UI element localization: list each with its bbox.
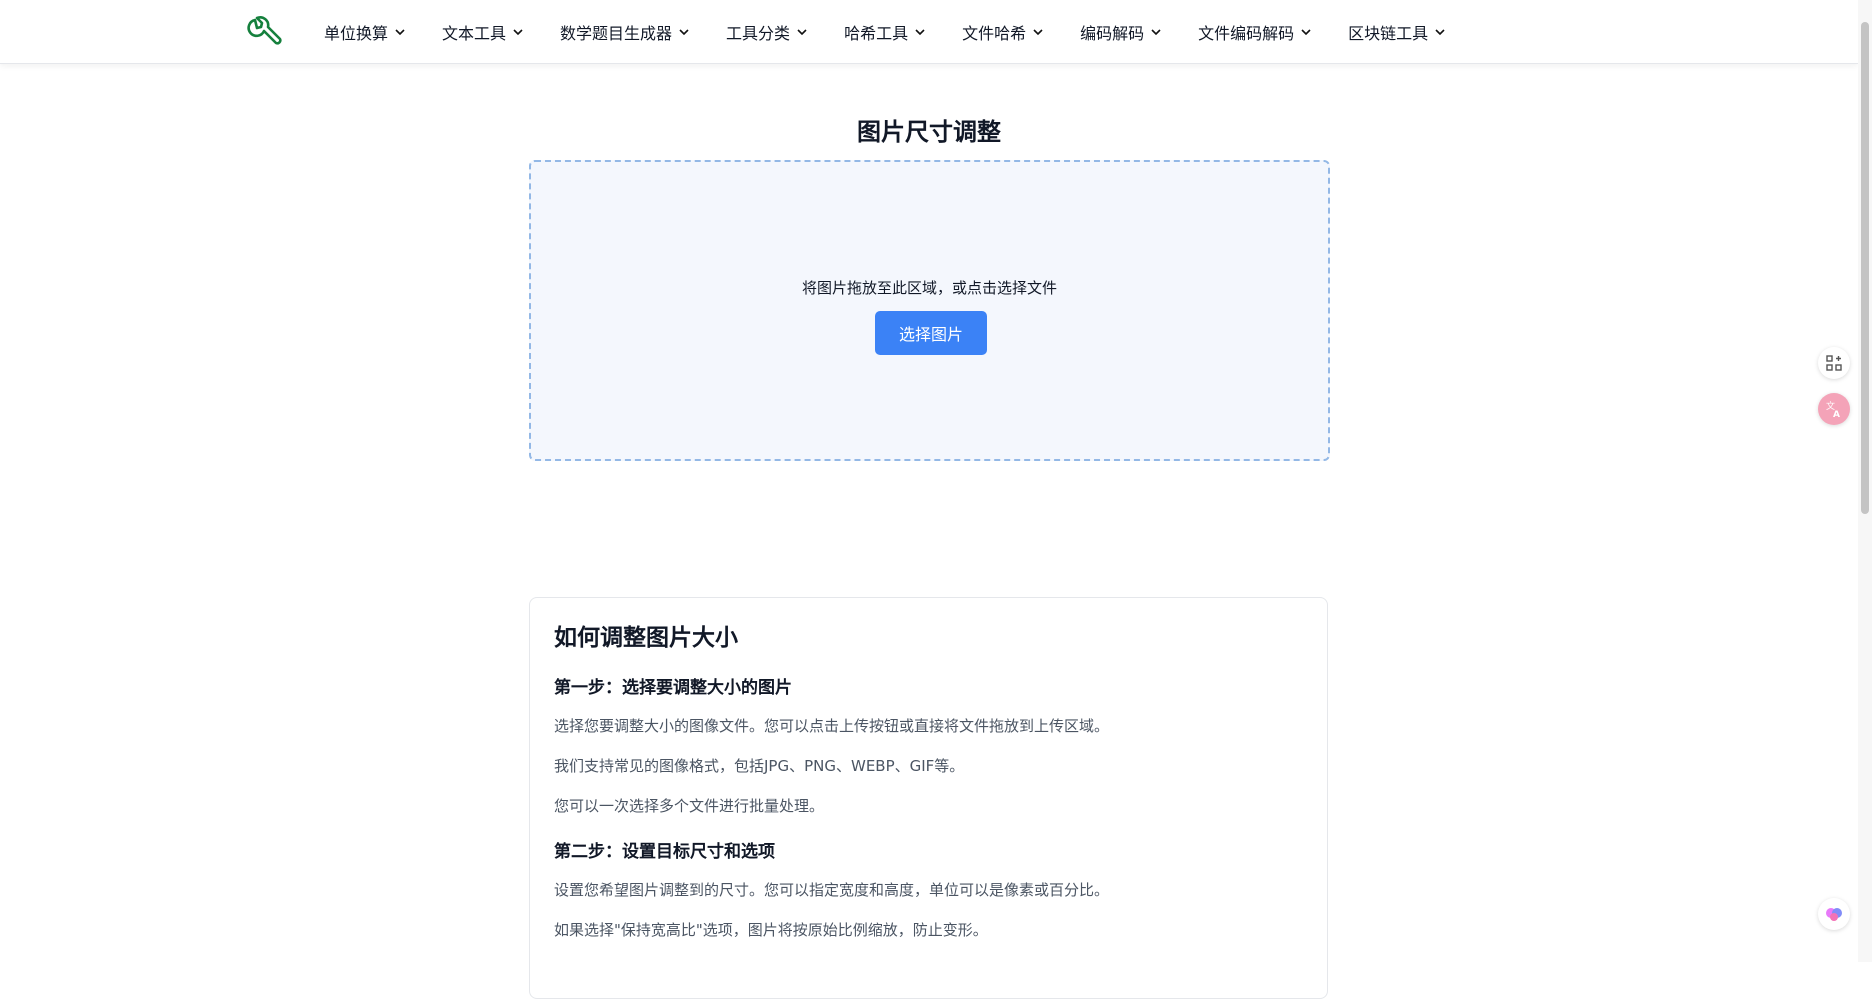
drop-zone-instructions: 将图片拖放至此区域，或点击选择文件 bbox=[801, 279, 1057, 297]
top-nav-bar: 单位换算 文本工具 数学题目生成器 工具分类 哈希工具 文件哈希 编码解码 文件… bbox=[0, 0, 1858, 64]
nav-item-label: 文件编码解码 bbox=[1198, 23, 1295, 43]
svg-text:A: A bbox=[1833, 410, 1840, 419]
chevron-down-icon bbox=[915, 28, 925, 35]
translate-icon: 文 A bbox=[1826, 400, 1840, 419]
apps-add-icon bbox=[1826, 355, 1842, 371]
step2-heading: 第二步：设置目标尺寸和选项 bbox=[554, 842, 775, 862]
image-drop-zone[interactable]: 将图片拖放至此区域，或点击选择文件 选择图片 bbox=[529, 160, 1330, 461]
nav-item-text-tools[interactable]: 文本工具 bbox=[442, 20, 524, 44]
page-title: 图片尺寸调整 bbox=[857, 118, 1001, 146]
select-image-button[interactable]: 选择图片 bbox=[875, 311, 987, 355]
chevron-down-icon bbox=[1435, 28, 1445, 35]
chevron-down-icon bbox=[395, 28, 405, 35]
nav-item-label: 文本工具 bbox=[442, 23, 507, 43]
chevron-down-icon bbox=[679, 28, 689, 35]
nav-item-file-hash[interactable]: 文件哈希 bbox=[962, 20, 1044, 44]
main-nav: 单位换算 文本工具 数学题目生成器 工具分类 哈希工具 文件哈希 编码解码 文件… bbox=[324, 0, 1482, 63]
scrollbar-thumb[interactable] bbox=[1861, 22, 1869, 514]
howto-card: 如何调整图片大小 第一步：选择要调整大小的图片 选择您要调整大小的图像文件。您可… bbox=[529, 597, 1328, 999]
nav-item-label: 数学题目生成器 bbox=[560, 23, 673, 43]
chevron-down-icon bbox=[1033, 28, 1043, 35]
nav-item-label: 编码解码 bbox=[1080, 23, 1145, 43]
step2-paragraph-2: 如果选择"保持宽高比"选项，图片将按原始比例缩放，防止变形。 bbox=[554, 921, 988, 939]
nav-item-label: 文件哈希 bbox=[962, 23, 1027, 43]
nav-item-label: 单位换算 bbox=[324, 23, 389, 43]
chevron-down-icon bbox=[1151, 28, 1161, 35]
translate-button[interactable]: 文 A bbox=[1818, 393, 1850, 425]
chevron-down-icon bbox=[797, 28, 807, 35]
step2-paragraph-1: 设置您希望图片调整到的尺寸。您可以指定宽度和高度，单位可以是像素或百分比。 bbox=[554, 881, 1110, 899]
nav-item-label: 区块链工具 bbox=[1348, 23, 1429, 43]
wrench-logo-icon[interactable] bbox=[246, 14, 284, 50]
apps-add-button[interactable] bbox=[1818, 347, 1850, 379]
step1-paragraph-2: 我们支持常见的图像格式，包括JPG、PNG、WEBP、GIF等。 bbox=[554, 757, 965, 775]
nav-item-hash-tools[interactable]: 哈希工具 bbox=[844, 20, 926, 44]
brain-icon bbox=[1826, 908, 1842, 921]
nav-item-math-generator[interactable]: 数学题目生成器 bbox=[560, 20, 690, 44]
ai-assistant-button[interactable] bbox=[1818, 898, 1850, 930]
step1-heading: 第一步：选择要调整大小的图片 bbox=[554, 678, 792, 698]
chevron-down-icon bbox=[513, 28, 523, 35]
step1-paragraph-1: 选择您要调整大小的图像文件。您可以点击上传按钮或直接将文件拖放到上传区域。 bbox=[554, 717, 1110, 735]
nav-item-encode-decode[interactable]: 编码解码 bbox=[1080, 20, 1162, 44]
nav-item-tool-categories[interactable]: 工具分类 bbox=[726, 20, 808, 44]
nav-item-label: 哈希工具 bbox=[844, 23, 909, 43]
howto-title: 如何调整图片大小 bbox=[554, 625, 738, 651]
nav-item-file-encode-decode[interactable]: 文件编码解码 bbox=[1198, 20, 1312, 44]
nav-item-label: 工具分类 bbox=[726, 23, 791, 43]
page-scrollbar[interactable] bbox=[1858, 0, 1872, 962]
step1-paragraph-3: 您可以一次选择多个文件进行批量处理。 bbox=[554, 797, 825, 815]
nav-item-blockchain-tools[interactable]: 区块链工具 bbox=[1348, 20, 1446, 44]
nav-item-unit-conversion[interactable]: 单位换算 bbox=[324, 20, 406, 44]
chevron-down-icon bbox=[1301, 28, 1311, 35]
